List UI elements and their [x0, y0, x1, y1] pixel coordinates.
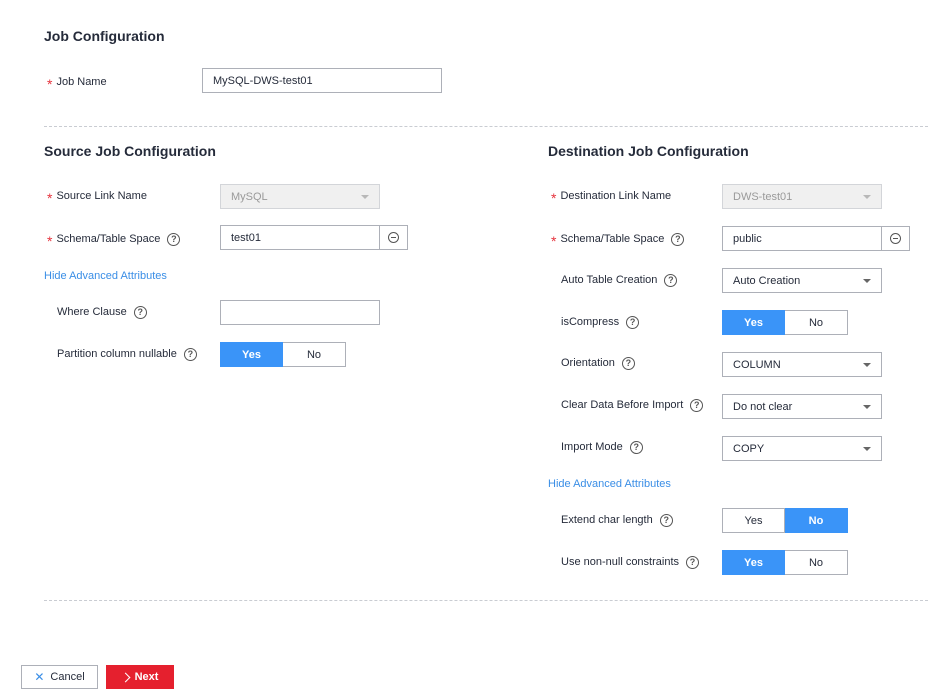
- chevron-down-icon: [863, 362, 871, 367]
- required-marker: *: [47, 190, 53, 206]
- source-link-value: MySQL: [231, 190, 268, 203]
- help-icon[interactable]: ?: [167, 232, 181, 246]
- is-compress-label-text: isCompress: [561, 316, 620, 328]
- clear-data-label-text: Clear Data Before Import: [561, 399, 684, 411]
- is-compress-toggle: Yes No: [722, 310, 848, 335]
- where-clause-label-text: Where Clause: [57, 306, 127, 318]
- minus-circle-icon: [388, 232, 399, 243]
- help-icon[interactable]: ?: [133, 305, 147, 319]
- section-divider: [44, 126, 928, 127]
- auto-table-value: Auto Creation: [733, 274, 801, 287]
- job-name-label-text: Job Name: [56, 76, 107, 88]
- source-link-select: MySQL: [220, 184, 380, 209]
- help-icon[interactable]: ?: [664, 273, 678, 287]
- import-mode-select[interactable]: COPY: [722, 436, 882, 461]
- chevron-down-icon: [863, 404, 871, 409]
- help-icon[interactable]: ?: [621, 356, 635, 370]
- orientation-label-text: Orientation: [561, 357, 615, 369]
- required-marker: *: [47, 233, 53, 249]
- partition-nullable-toggle: Yes No: [220, 342, 346, 367]
- import-mode-label: Import Mode ?: [561, 435, 643, 459]
- compress-yes-option[interactable]: Yes: [722, 310, 785, 335]
- extend-char-label: Extend char length ?: [561, 508, 673, 532]
- orientation-label: Orientation ?: [561, 351, 635, 375]
- page-title: Job Configuration: [44, 28, 165, 44]
- help-icon[interactable]: ?: [629, 440, 643, 454]
- dest-link-label: * Destination Link Name: [551, 184, 671, 208]
- cancel-button[interactable]: ✕ Cancel: [21, 665, 98, 689]
- orientation-value: COLUMN: [733, 358, 781, 371]
- partition-nullable-label: Partition column nullable ?: [57, 342, 197, 366]
- extend-char-toggle: Yes No: [722, 508, 848, 533]
- help-icon[interactable]: ?: [183, 347, 197, 361]
- job-name-label: * Job Name: [47, 70, 107, 94]
- dest-link-value: DWS-test01: [733, 190, 793, 203]
- help-icon[interactable]: ?: [690, 398, 704, 412]
- dest-section-title: Destination Job Configuration: [548, 143, 749, 159]
- help-icon[interactable]: ?: [659, 513, 673, 527]
- extend-no-option[interactable]: No: [785, 508, 848, 533]
- chevron-down-icon: [863, 194, 871, 199]
- is-compress-label: isCompress ?: [561, 310, 640, 334]
- partition-yes-option[interactable]: Yes: [220, 342, 283, 367]
- minus-circle-icon: [890, 233, 901, 244]
- required-marker: *: [551, 233, 557, 249]
- non-null-label-text: Use non-null constraints: [561, 556, 680, 568]
- next-button-label: Next: [134, 671, 159, 683]
- help-icon[interactable]: ?: [671, 232, 685, 246]
- non-null-toggle: Yes No: [722, 550, 848, 575]
- close-icon: ✕: [34, 670, 45, 684]
- source-schema-label: * Schema/Table Space ?: [47, 227, 181, 251]
- cancel-button-label: Cancel: [50, 671, 85, 683]
- partition-nullable-label-text: Partition column nullable: [57, 348, 177, 360]
- source-section-title: Source Job Configuration: [44, 143, 216, 159]
- source-link-label: * Source Link Name: [47, 184, 147, 208]
- source-hide-advanced-link[interactable]: Hide Advanced Attributes: [44, 270, 167, 282]
- dest-schema-select-button[interactable]: [882, 226, 910, 251]
- where-clause-label: Where Clause ?: [57, 300, 147, 324]
- import-mode-label-text: Import Mode: [561, 441, 623, 453]
- where-clause-input[interactable]: [220, 300, 380, 325]
- clear-data-value: Do not clear: [733, 400, 793, 413]
- dest-schema-label: * Schema/Table Space ?: [551, 227, 685, 251]
- dest-hide-advanced-link[interactable]: Hide Advanced Attributes: [548, 478, 671, 490]
- chevron-down-icon: [863, 446, 871, 451]
- clear-data-label: Clear Data Before Import ?: [561, 393, 704, 417]
- source-link-label-text: Source Link Name: [56, 190, 147, 202]
- section-divider: [44, 600, 928, 601]
- job-name-input[interactable]: MySQL-DWS-test01: [202, 68, 442, 93]
- orientation-select[interactable]: COLUMN: [722, 352, 882, 377]
- help-icon[interactable]: ?: [686, 555, 700, 569]
- non-null-yes-option[interactable]: Yes: [722, 550, 785, 575]
- help-icon[interactable]: ?: [626, 315, 640, 329]
- dest-link-select: DWS-test01: [722, 184, 882, 209]
- required-marker: *: [551, 190, 557, 206]
- partition-no-option[interactable]: No: [283, 342, 346, 367]
- chevron-down-icon: [863, 278, 871, 283]
- auto-table-label-text: Auto Table Creation: [561, 274, 658, 286]
- chevron-down-icon: [361, 194, 369, 199]
- dest-link-label-text: Destination Link Name: [560, 190, 672, 202]
- auto-table-label: Auto Table Creation ?: [561, 268, 678, 292]
- source-schema-label-text: Schema/Table Space: [56, 233, 161, 245]
- dest-schema-label-text: Schema/Table Space: [560, 233, 665, 245]
- non-null-no-option[interactable]: No: [785, 550, 848, 575]
- chevron-right-icon: [120, 672, 131, 682]
- source-schema-input[interactable]: test01: [220, 225, 380, 250]
- required-marker: *: [47, 76, 53, 92]
- next-button[interactable]: Next: [106, 665, 174, 689]
- non-null-label: Use non-null constraints ?: [561, 550, 700, 574]
- extend-yes-option[interactable]: Yes: [722, 508, 785, 533]
- dest-schema-input[interactable]: public: [722, 226, 882, 251]
- auto-table-select[interactable]: Auto Creation: [722, 268, 882, 293]
- source-schema-select-button[interactable]: [380, 225, 408, 250]
- compress-no-option[interactable]: No: [785, 310, 848, 335]
- clear-data-select[interactable]: Do not clear: [722, 394, 882, 419]
- import-mode-value: COPY: [733, 442, 765, 455]
- extend-char-label-text: Extend char length: [561, 514, 653, 526]
